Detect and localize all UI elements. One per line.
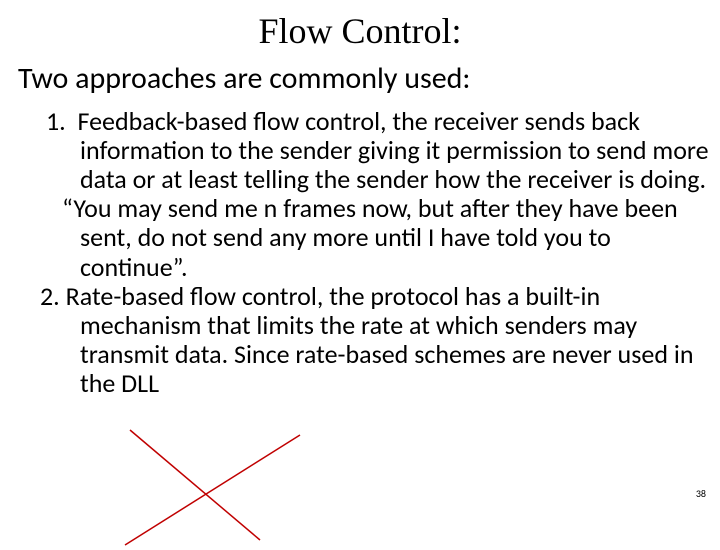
item-1-number: 1. [46,105,66,137]
body: 1. Feedback-based flow control, the rece… [0,107,720,398]
slide-title: Flow Control: [0,10,720,52]
item-2-number: 2. [40,280,60,312]
item-1-quote: “You may send me n frames now, but after… [20,194,710,281]
subtitle: Two approaches are commonly used: [18,60,720,97]
item-1-main: 1. Feedback-based flow control, the rece… [20,107,710,194]
item-2: 2. Rate-based flow control, the protocol… [20,282,710,398]
item-2-text: Rate-based flow control, the protocol ha… [66,280,694,399]
page-number: 38 [696,487,706,500]
item-1-text: Feedback-based flow control, the receive… [78,105,709,195]
